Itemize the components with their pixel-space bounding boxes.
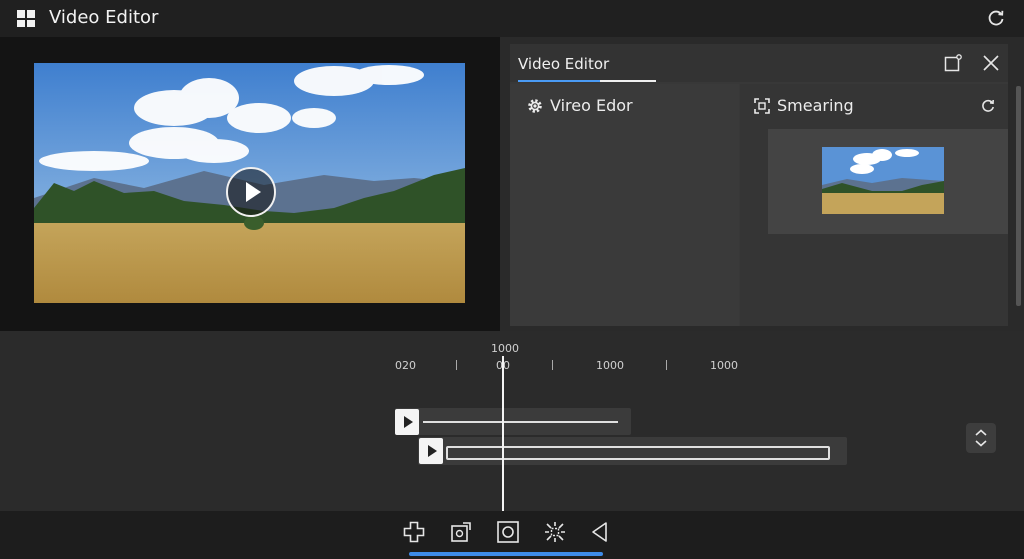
chevron-updown-icon [975, 429, 987, 447]
clip-bar[interactable] [423, 421, 618, 423]
clip-thumbnail[interactable] [822, 147, 944, 214]
refresh-icon[interactable] [986, 8, 1006, 28]
effects-icon[interactable] [543, 520, 567, 544]
ruler-label: 020 [395, 359, 416, 372]
play-button[interactable] [226, 167, 276, 217]
editor-panel: Video Editor Vireo Edor Smearing [510, 44, 1008, 326]
ruler-tick [456, 360, 457, 370]
rotate-icon[interactable] [449, 520, 473, 544]
sidebar-item-label: Vireo Edor [550, 96, 633, 115]
add-clip-icon[interactable] [402, 520, 426, 544]
tab-video-editor[interactable]: Video Editor [518, 55, 609, 73]
close-icon[interactable] [982, 54, 1000, 72]
ruler-tick [666, 360, 667, 370]
windows-logo-icon [17, 10, 35, 27]
ruler-label: 1000 [491, 342, 519, 355]
scroll-updown-button[interactable] [966, 423, 996, 453]
tab-underline-accent [518, 80, 600, 82]
thumbnail-container [768, 129, 1008, 234]
toolbar-active-indicator [409, 552, 603, 556]
gear-icon [528, 98, 542, 113]
play-icon[interactable] [395, 409, 419, 435]
play-icon [246, 182, 261, 202]
refresh-icon[interactable] [980, 98, 996, 114]
panel-right-column: Smearing [740, 84, 1008, 326]
ruler-tick [552, 360, 553, 370]
panel-left-column: Vireo Edor [510, 84, 739, 326]
app-title: Video Editor [49, 7, 159, 28]
ruler-label: 1000 [710, 359, 738, 372]
sidebar-item-label: Smearing [777, 96, 854, 115]
popout-icon[interactable] [944, 54, 962, 72]
playhead[interactable] [502, 356, 504, 511]
back-icon[interactable] [588, 520, 612, 544]
snapshot-icon[interactable] [496, 520, 520, 544]
ruler-label: 1000 [596, 359, 624, 372]
crop-icon [754, 97, 770, 114]
sidebar-item-smearing[interactable]: Smearing [753, 96, 854, 115]
sidebar-item-video-editor[interactable]: Vireo Edor [526, 96, 633, 115]
panel-scrollbar[interactable] [1016, 86, 1021, 306]
play-icon[interactable] [419, 438, 443, 464]
